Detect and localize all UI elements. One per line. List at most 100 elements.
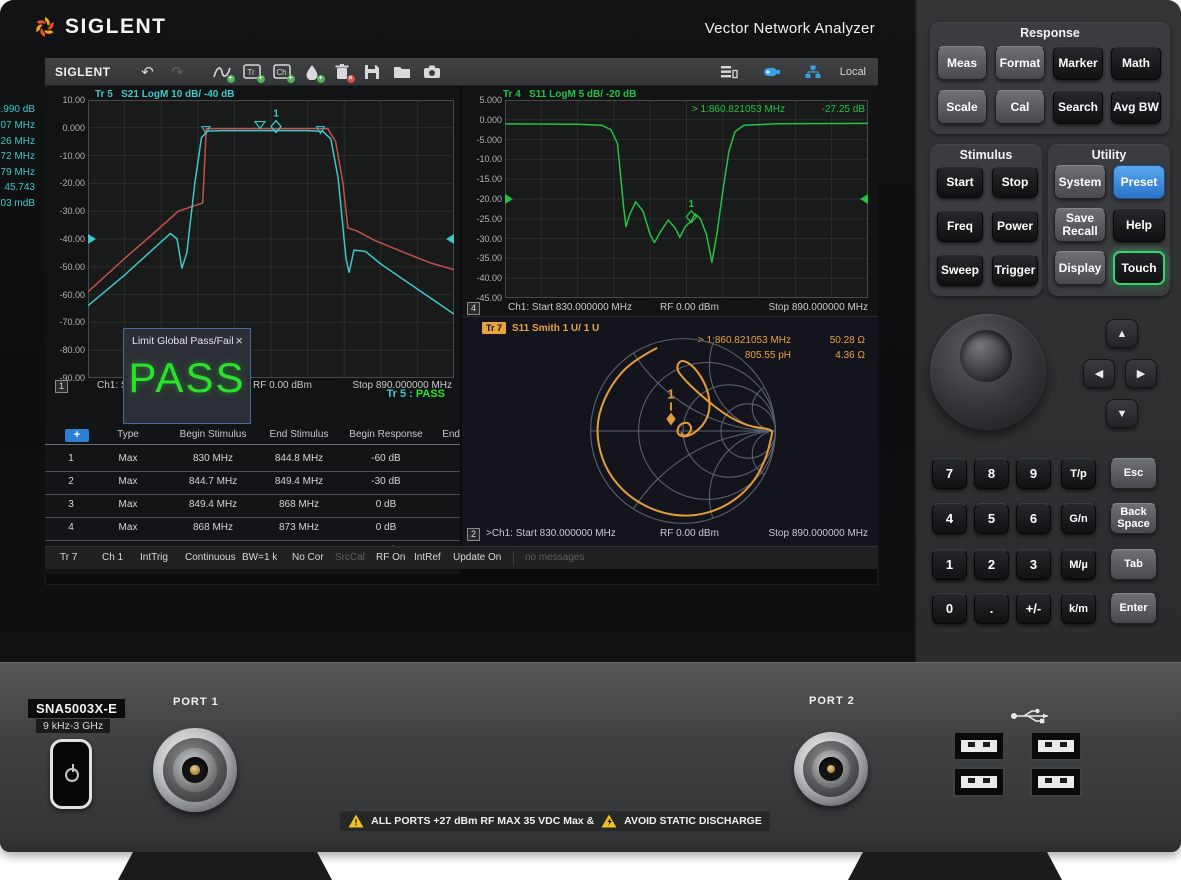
arrow-left-button[interactable]: ◀ — [1083, 359, 1115, 388]
btn-freq[interactable]: Freq — [937, 210, 983, 242]
key-back-space[interactable]: Back Space — [1110, 503, 1157, 534]
usb-status-icon[interactable] — [760, 62, 782, 82]
status-item-ch-1[interactable]: Ch 1 — [102, 552, 123, 563]
tr4-plot[interactable]: 1 — [505, 100, 868, 298]
limit-cell[interactable]: -30 dB — [371, 476, 400, 487]
limit-cell[interactable]: Max — [119, 522, 138, 533]
limit-cell[interactable]: 868 MHz — [193, 522, 233, 533]
pane-right[interactable]: Tr 4 S11 LogM 5 dB/ -20 dB 1 > 1:860.821… — [462, 86, 878, 546]
key-esc[interactable]: Esc — [1110, 458, 1157, 489]
status-item-srccal[interactable]: SrcCal — [335, 552, 365, 563]
limit-cell[interactable]: 873 MHz — [279, 522, 319, 533]
key-5[interactable]: 5 — [974, 503, 1009, 534]
limit-cell[interactable]: Max — [119, 499, 138, 510]
limit-cell[interactable]: 844.8 MHz — [275, 453, 323, 464]
status-item-bw-1-k[interactable]: BW=1 k — [242, 552, 277, 563]
tr4-trace-header[interactable]: Tr 4 S11 LogM 5 dB/ -20 dB — [503, 89, 636, 100]
smith-chart-window[interactable]: Tr 7 S11 Smith 1 U/ 1 U > 1:860.821053 M… — [462, 316, 878, 546]
btn-touch[interactable]: Touch — [1113, 251, 1165, 285]
limit-cell[interactable]: 0 dB — [376, 499, 397, 510]
arrow-down-button[interactable]: ▼ — [1106, 399, 1138, 428]
key-8[interactable]: 8 — [974, 458, 1009, 489]
limit-cell[interactable]: 0 dB — [376, 522, 397, 533]
btn-stop[interactable]: Stop — [992, 166, 1038, 198]
limit-cell[interactable]: Max — [119, 453, 138, 464]
status-item-intref[interactable]: IntRef — [414, 552, 441, 563]
key-3[interactable]: 3 — [1016, 549, 1051, 580]
btn-power[interactable]: Power — [992, 210, 1038, 242]
key-0[interactable]: 0 — [932, 593, 967, 624]
status-item-rf-on[interactable]: RF On — [376, 552, 405, 563]
key-enter[interactable]: Enter — [1110, 593, 1157, 624]
status-item-no-cor[interactable]: No Cor — [292, 552, 324, 563]
limit-cell[interactable]: Max — [119, 476, 138, 487]
limit-cell[interactable]: 2 — [68, 476, 74, 487]
btn-trigger[interactable]: Trigger — [992, 254, 1038, 286]
status-item-update-on[interactable]: Update On — [453, 552, 501, 563]
redo-icon[interactable]: ↷ — [167, 62, 189, 82]
key-6[interactable]: 6 — [1016, 503, 1051, 534]
key-1[interactable]: 1 — [932, 549, 967, 580]
status-item-continuous[interactable]: Continuous — [185, 552, 236, 563]
rotary-knob[interactable] — [930, 314, 1046, 430]
limit-cell[interactable]: 1 — [68, 453, 74, 464]
key-m-[interactable]: M/µ — [1061, 549, 1096, 580]
tr7-trace-header[interactable]: S11 Smith 1 U/ 1 U — [512, 323, 599, 334]
dialog-close-icon[interactable]: × — [235, 333, 243, 348]
btn-avg-bw[interactable]: Avg BW — [1111, 90, 1161, 124]
layout-icon[interactable] — [718, 62, 740, 82]
btn-display[interactable]: Display — [1054, 251, 1106, 285]
limit-cell[interactable]: 868 MHz — [279, 499, 319, 510]
knob-dimple[interactable] — [960, 330, 1012, 382]
undo-icon[interactable]: ↶ — [137, 62, 159, 82]
limit-cell[interactable]: 844.7 MHz — [189, 476, 237, 487]
power-button[interactable] — [50, 739, 92, 809]
arrow-up-button[interactable]: ▲ — [1106, 319, 1138, 348]
status-item-tr-7[interactable]: Tr 7 — [60, 552, 77, 563]
limit-cell[interactable]: -60 dB — [371, 453, 400, 464]
btn-sweep[interactable]: Sweep — [937, 254, 983, 286]
key-g-n[interactable]: G/n — [1061, 503, 1096, 534]
touchscreen[interactable]: SIGLENT ↶ ↷ + Tr + Ch + + × — [45, 58, 878, 585]
btn-preset[interactable]: Preset — [1113, 165, 1165, 199]
btn-meas[interactable]: Meas — [937, 46, 987, 80]
key-7[interactable]: 7 — [932, 458, 967, 489]
status-item-inttrig[interactable]: IntTrig — [140, 552, 168, 563]
smith-plot[interactable]: 1 — [586, 334, 780, 528]
key-9[interactable]: 9 — [1016, 458, 1051, 489]
limit-cell[interactable]: 849.4 MHz — [275, 476, 323, 487]
limit-cell[interactable]: 4 — [68, 522, 74, 533]
tr7-chip[interactable]: Tr 7 — [482, 322, 506, 334]
limit-cell[interactable]: 830 MHz — [193, 453, 233, 464]
key-k-m[interactable]: k/m — [1061, 593, 1096, 624]
limit-cell[interactable]: 849.4 MHz — [189, 499, 237, 510]
btn-format[interactable]: Format — [995, 46, 1045, 80]
limit-add-button[interactable]: + — [65, 429, 89, 442]
btn-start[interactable]: Start — [937, 166, 983, 198]
pane-tr5[interactable]: Tr 5 S21 LogM 10 dB/ -40 dB 1 > 1:860.82… — [45, 86, 460, 546]
add-channel-icon[interactable]: Ch + — [271, 62, 293, 82]
add-marker-icon[interactable]: + — [301, 62, 323, 82]
add-trace-window-icon[interactable]: Tr + — [241, 62, 263, 82]
open-file-icon[interactable] — [391, 62, 413, 82]
key-tab[interactable]: Tab — [1110, 549, 1157, 580]
key--[interactable]: +/- — [1016, 593, 1051, 624]
lan-status-icon[interactable] — [802, 62, 824, 82]
delete-icon[interactable]: × — [331, 62, 353, 82]
limit-cell[interactable]: 3 — [68, 499, 74, 510]
btn-marker[interactable]: Marker — [1053, 46, 1103, 80]
btn-scale[interactable]: Scale — [937, 90, 987, 124]
key-2[interactable]: 2 — [974, 549, 1009, 580]
btn-system[interactable]: System — [1054, 165, 1106, 199]
btn-save-recall[interactable]: Save Recall — [1054, 208, 1106, 242]
save-icon[interactable] — [361, 62, 383, 82]
arrow-right-button[interactable]: ▶ — [1125, 359, 1157, 388]
btn-help[interactable]: Help — [1113, 208, 1165, 242]
btn-cal[interactable]: Cal — [995, 90, 1045, 124]
tr5-trace-header[interactable]: Tr 5 S21 LogM 10 dB/ -40 dB — [95, 89, 234, 100]
add-trace-icon[interactable]: + — [211, 62, 233, 82]
btn-math[interactable]: Math — [1111, 46, 1161, 80]
key-4[interactable]: 4 — [932, 503, 967, 534]
key--[interactable]: . — [974, 593, 1009, 624]
screenshot-icon[interactable] — [421, 62, 443, 82]
